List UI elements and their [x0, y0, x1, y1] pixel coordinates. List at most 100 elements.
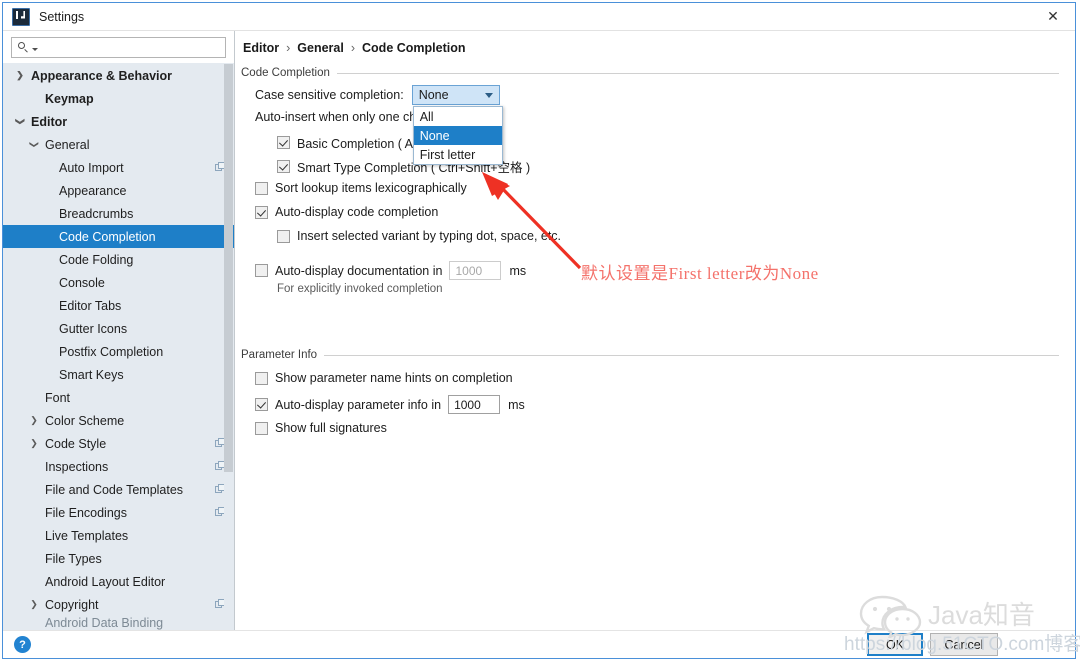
sidebar-scrollbar-thumb[interactable]: [224, 64, 233, 472]
dropdown-option-none[interactable]: None: [413, 126, 502, 145]
sidebar-item-label: Breadcrumbs: [59, 206, 134, 221]
sidebar-item-editor[interactable]: ❯ Editor: [3, 110, 234, 133]
search-input[interactable]: [42, 39, 225, 56]
sidebar-item-android-layout-editor[interactable]: Android Layout Editor: [3, 570, 234, 593]
show-parameter-hints-checkbox[interactable]: [255, 371, 268, 385]
chevron-right-icon[interactable]: ❯: [27, 600, 41, 609]
help-icon[interactable]: ?: [14, 636, 31, 653]
chevron-right-icon[interactable]: ❯: [13, 71, 27, 80]
sidebar-item-font[interactable]: Font: [3, 386, 234, 409]
insert-selected-variant-checkbox[interactable]: [277, 229, 290, 243]
sidebar-item-auto-import[interactable]: Auto Import: [3, 156, 234, 179]
sidebar-item-file-encodings[interactable]: File Encodings: [3, 501, 234, 524]
auto-display-doc-row[interactable]: Auto-display documentation in ms: [255, 261, 526, 280]
sidebar-item-file-types[interactable]: File Types: [3, 547, 234, 570]
breadcrumb-item-code-completion[interactable]: Code Completion: [362, 41, 465, 55]
search-area: [3, 31, 234, 63]
sidebar-item-postfix-completion[interactable]: Postfix Completion: [3, 340, 234, 363]
auto-display-parameter-label: Auto-display parameter info in: [275, 397, 442, 412]
sidebar-item-console[interactable]: Console: [3, 271, 234, 294]
parameter-info-group-title: Parameter Info: [241, 349, 1059, 361]
sort-lookup-row[interactable]: Sort lookup items lexicographically: [255, 181, 467, 195]
sidebar-item-code-completion[interactable]: Code Completion: [3, 225, 234, 248]
settings-tree[interactable]: ❯ Appearance & Behavior Keymap ❯ Editor ❯ Gene…: [3, 64, 234, 632]
sidebar-item-label: Copyright: [45, 597, 99, 612]
chevron-down-icon[interactable]: [32, 48, 38, 51]
group-divider: [324, 354, 1059, 356]
sidebar-item-inspections[interactable]: Inspections: [3, 455, 234, 478]
sidebar-scrollbar-track[interactable]: [224, 64, 233, 632]
sidebar-item-appearance-behavior[interactable]: ❯ Appearance & Behavior: [3, 64, 234, 87]
sidebar-item-gutter-icons[interactable]: Gutter Icons: [3, 317, 234, 340]
breadcrumb: Editor › General › Code Completion: [243, 41, 465, 55]
sidebar-item-label: Code Folding: [59, 252, 134, 267]
sidebar-item-copyright[interactable]: ❯ Copyright: [3, 593, 234, 616]
search-box[interactable]: [11, 37, 226, 58]
auto-display-parameter-input[interactable]: [448, 395, 501, 414]
chevron-down-icon[interactable]: ❯: [16, 115, 26, 129]
auto-display-parameter-checkbox[interactable]: [255, 398, 268, 411]
case-sensitive-label: Case sensitive completion:: [255, 88, 404, 102]
auto-display-doc-input[interactable]: [449, 261, 502, 280]
sidebar-item-general[interactable]: ❯ General: [3, 133, 234, 156]
sidebar-item-label: Editor Tabs: [59, 298, 122, 313]
auto-display-doc-label: Auto-display documentation in: [275, 263, 443, 278]
dropdown-option-all[interactable]: All: [414, 107, 502, 126]
case-sensitive-dropdown-list[interactable]: All None First letter: [412, 106, 503, 165]
sidebar-item-code-style[interactable]: ❯ Code Style: [3, 432, 234, 455]
sidebar-item-label: Appearance: [59, 183, 127, 198]
breadcrumb-item-editor[interactable]: Editor: [243, 41, 279, 55]
cancel-button[interactable]: Cancel: [930, 633, 998, 656]
settings-sidebar: ❯ Appearance & Behavior Keymap ❯ Editor ❯ Gene…: [3, 31, 235, 632]
sidebar-item-smart-keys[interactable]: Smart Keys: [3, 363, 234, 386]
case-sensitive-dropdown[interactable]: None All None First letter: [411, 85, 503, 165]
sidebar-item-label: Appearance & Behavior: [31, 68, 173, 83]
chevron-right-icon[interactable]: ❯: [27, 439, 41, 448]
breadcrumb-separator-icon: ›: [350, 41, 356, 55]
sidebar-item-label: Code Style: [45, 436, 107, 451]
auto-display-doc-checkbox[interactable]: [255, 264, 268, 277]
insert-selected-variant-label: Insert selected variant by typing dot, s…: [297, 229, 562, 243]
sidebar-item-label: Postfix Completion: [59, 344, 164, 359]
sort-lookup-checkbox[interactable]: [255, 181, 268, 195]
sidebar-item-live-templates[interactable]: Live Templates: [3, 524, 234, 547]
dialog-content: ❯ Appearance & Behavior Keymap ❯ Editor ❯ Gene…: [3, 31, 1075, 632]
case-sensitive-row: Case sensitive completion: None All None F…: [255, 85, 503, 165]
chevron-right-icon[interactable]: ❯: [27, 416, 41, 425]
sidebar-item-label: File Encodings: [45, 505, 127, 520]
basic-completion-checkbox[interactable]: [277, 136, 290, 149]
dropdown-option-first-letter[interactable]: First letter: [414, 145, 502, 164]
auto-display-param-row[interactable]: Auto-display parameter info in ms: [255, 395, 525, 414]
auto-display-code-row[interactable]: Auto-display code completion: [255, 205, 438, 219]
settings-main-panel: Editor › General › Code Completion Code …: [235, 31, 1075, 632]
ok-button[interactable]: OK: [867, 633, 923, 656]
sidebar-item-editor-tabs[interactable]: Editor Tabs: [3, 294, 234, 317]
sidebar-item-label: Gutter Icons: [59, 321, 128, 336]
show-full-signatures-label: Show full signatures: [275, 421, 387, 435]
sidebar-item-code-folding[interactable]: Code Folding: [3, 248, 234, 271]
sidebar-item-label: Keymap: [45, 91, 94, 106]
sidebar-item-label: Code Completion: [59, 229, 156, 244]
breadcrumb-item-general[interactable]: General: [297, 41, 344, 55]
parameter-info-group: Parameter Info: [241, 349, 1059, 361]
sidebar-item-file-and-code-templates[interactable]: File and Code Templates: [3, 478, 234, 501]
sidebar-item-appearance[interactable]: Appearance: [3, 179, 234, 202]
auto-display-code-checkbox[interactable]: [255, 205, 268, 219]
close-icon[interactable]: ✕: [1031, 3, 1075, 29]
sidebar-item-color-scheme[interactable]: ❯ Color Scheme: [3, 409, 234, 432]
sidebar-item-keymap[interactable]: Keymap: [3, 87, 234, 110]
show-full-signatures-row[interactable]: Show full signatures: [255, 421, 387, 435]
insert-selected-variant-row[interactable]: Insert selected variant by typing dot, s…: [277, 229, 561, 243]
sidebar-item-label: Color Scheme: [45, 413, 125, 428]
chevron-down-icon[interactable]: ❯: [30, 138, 40, 152]
sidebar-item-android-data-binding[interactable]: Android Data Binding: [3, 616, 234, 630]
sidebar-item-label: Auto Import: [59, 160, 124, 175]
smart-type-completion-checkbox[interactable]: [277, 160, 290, 173]
annotation-text: 默认设置是First letter改为None: [581, 264, 819, 283]
sidebar-item-label: Android Data Binding: [45, 616, 164, 630]
show-param-hints-row[interactable]: Show parameter name hints on completion: [255, 371, 513, 385]
show-full-signatures-checkbox[interactable]: [255, 421, 268, 435]
sidebar-item-label: Console: [59, 275, 105, 290]
sidebar-item-breadcrumbs[interactable]: Breadcrumbs: [3, 202, 234, 225]
group-title-label: Parameter Info: [241, 349, 318, 361]
